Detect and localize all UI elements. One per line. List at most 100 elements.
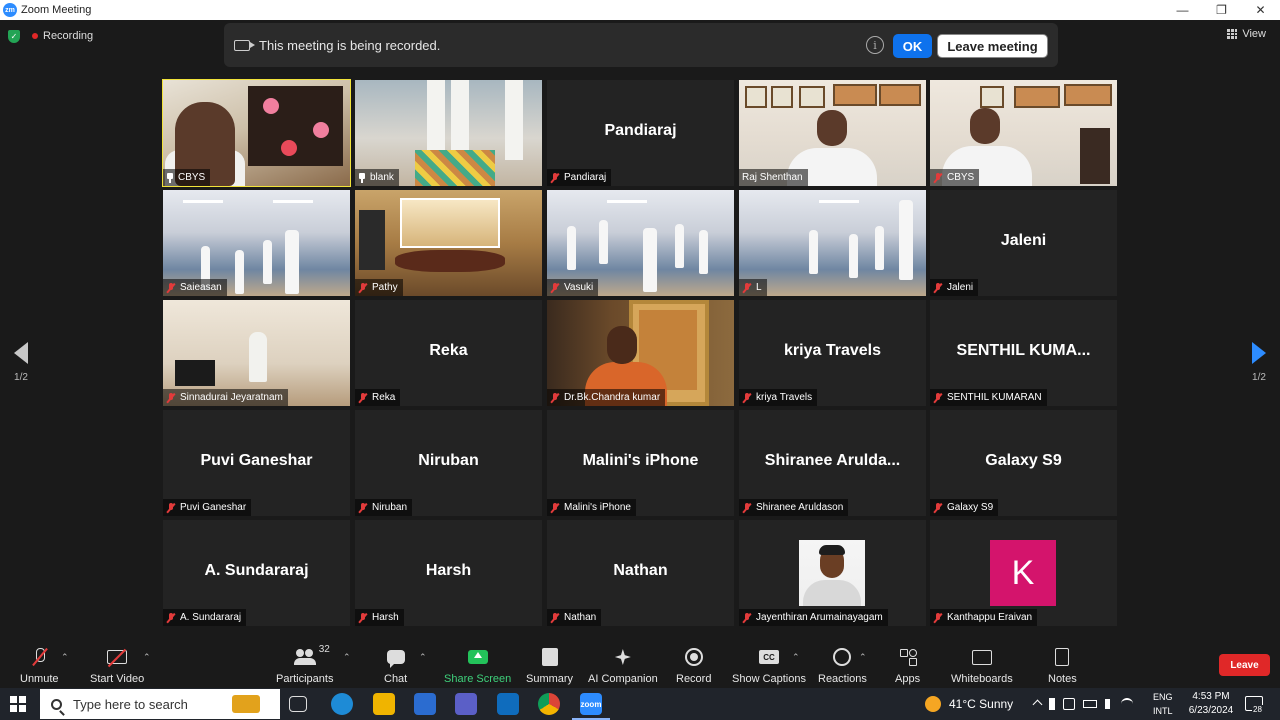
leave-meeting-button[interactable]: Leave meeting [937, 34, 1048, 58]
audio-options-caret[interactable]: ⌃ [61, 646, 69, 673]
pin-icon [358, 172, 366, 183]
security-shield-icon[interactable]: ✓ [8, 29, 20, 43]
participant-name: Kanthappu Eraivan [947, 612, 1033, 623]
participants-count: 32 [318, 644, 330, 655]
participant-name: Sinnadurai Jeyaratnam [180, 392, 283, 403]
participant-name: Saieasan [180, 282, 222, 293]
participant-tile[interactable]: Malini's iPhone Malini's iPhone [547, 410, 734, 516]
wifi-icon[interactable] [1121, 698, 1133, 710]
start-video-button[interactable]: Start Video [90, 646, 144, 685]
captions-options-caret[interactable]: ⌃ [792, 646, 800, 673]
participant-tile[interactable]: K Kanthappu Eraivan [930, 520, 1117, 626]
participant-name: blank [370, 172, 394, 183]
chat-button[interactable]: Chat [384, 646, 407, 685]
video-options-caret[interactable]: ⌃ [143, 646, 151, 673]
participant-tile[interactable]: Jayenthiran Arumainayagam [739, 520, 926, 626]
participant-tile[interactable]: SENTHIL KUMA... SENTHIL KUMARAN [930, 300, 1117, 406]
close-button[interactable]: ✕ [1241, 0, 1280, 20]
participant-video [739, 190, 926, 296]
maximize-button[interactable]: ❐ [1202, 0, 1241, 20]
meet-now-icon[interactable] [1063, 698, 1075, 710]
participant-name: kriya Travels [756, 392, 813, 403]
participant-tile[interactable]: Harsh Harsh [355, 520, 542, 626]
notes-icon [1055, 648, 1070, 666]
participant-name: Shiranee Aruldason [756, 502, 844, 513]
microphone-muted-icon [933, 612, 943, 623]
notifications-count: 28 [1252, 705, 1263, 714]
unmute-button[interactable]: Unmute [20, 646, 59, 685]
window-title: Zoom Meeting [21, 4, 92, 16]
volume-icon[interactable] [1105, 699, 1113, 709]
participant-tile[interactable]: Puvi Ganeshar Puvi Ganeshar [163, 410, 350, 516]
weather-widget[interactable]: 41°C Sunny [925, 688, 1013, 720]
leave-button[interactable]: Leave [1219, 654, 1270, 676]
ok-button[interactable]: OK [893, 34, 932, 58]
whiteboards-button[interactable]: Whiteboards [951, 646, 1013, 685]
ai-companion-button[interactable]: AI Companion [588, 646, 658, 685]
participant-tile[interactable]: Vasuki [547, 190, 734, 296]
notes-button[interactable]: Notes [1048, 646, 1077, 685]
recording-indicator[interactable]: Recording [32, 30, 93, 42]
participant-tile[interactable]: Shiranee Arulda... Shiranee Aruldason [739, 410, 926, 516]
reactions-options-caret[interactable]: ⌃ [859, 646, 867, 673]
chevron-up-icon[interactable] [1032, 699, 1043, 709]
participant-tile[interactable]: Dr.Bk.Chandra kumar [547, 300, 734, 406]
participant-tile[interactable]: blank [355, 80, 542, 186]
microsoft-store-icon[interactable] [414, 693, 436, 715]
participant-name-tag: Pathy [355, 279, 403, 296]
participant-name-tag: Saieasan [163, 279, 227, 296]
participant-name: Malini's iPhone [564, 502, 631, 513]
participant-tile[interactable]: CBYS [930, 80, 1117, 186]
file-explorer-icon[interactable] [373, 693, 395, 715]
participant-tile[interactable]: Galaxy S9 Galaxy S9 [930, 410, 1117, 516]
taskbar-search[interactable]: Type here to search [40, 689, 280, 719]
summary-button[interactable]: Summary [526, 646, 573, 685]
participant-name-tag: Jaleni [930, 279, 979, 296]
participant-tile[interactable]: Pathy [355, 190, 542, 296]
windows-start-icon[interactable] [10, 696, 26, 712]
input-language[interactable]: ENG INTL [1153, 690, 1173, 718]
apps-button[interactable]: Apps [895, 646, 920, 685]
usb-icon[interactable] [1049, 698, 1055, 710]
participant-tile[interactable]: Raj Shenthan [739, 80, 926, 186]
show-captions-label: Show Captions [732, 673, 806, 685]
zoom-taskbar-icon[interactable]: zoom [572, 693, 610, 720]
participant-name: L [756, 282, 762, 293]
participant-tile[interactable]: A. Sundararaj A. Sundararaj [163, 520, 350, 626]
minimize-button[interactable]: — [1163, 0, 1202, 20]
participant-tile[interactable]: Sinnadurai Jeyaratnam [163, 300, 350, 406]
participant-tile[interactable]: L [739, 190, 926, 296]
chat-options-caret[interactable]: ⌃ [419, 646, 427, 673]
participants-button[interactable]: 32 Participants [276, 644, 333, 685]
participant-name-tag: CBYS [163, 169, 211, 186]
chrome-icon[interactable] [538, 693, 560, 715]
view-button[interactable]: View [1227, 28, 1266, 40]
battery-icon[interactable] [1083, 700, 1097, 708]
participant-tile[interactable]: Saieasan [163, 190, 350, 296]
info-icon[interactable]: i [866, 36, 884, 54]
participant-tile[interactable]: Reka Reka [355, 300, 542, 406]
participants-options-caret[interactable]: ⌃ [343, 646, 351, 673]
profile-photo [799, 540, 865, 606]
participant-name-tag: blank [355, 169, 399, 186]
taskbar-clock[interactable]: 4:53 PM 6/23/2024 [1186, 690, 1236, 718]
participant-tile[interactable]: CBYS [162, 79, 351, 187]
weather-text: 41°C Sunny [949, 697, 1014, 711]
next-page-button[interactable]: 1/2 [1252, 342, 1266, 383]
microphone-muted-icon [358, 392, 368, 403]
previous-page-button[interactable]: 1/2 [14, 342, 28, 383]
participant-tile[interactable]: Nathan Nathan [547, 520, 734, 626]
video-off-icon [107, 650, 128, 664]
share-screen-button[interactable]: Share Screen [444, 646, 511, 685]
participant-tile[interactable]: Pandiaraj Pandiaraj [547, 80, 734, 186]
participant-tile[interactable]: Niruban Niruban [355, 410, 542, 516]
start-video-label: Start Video [90, 673, 145, 685]
search-icon [51, 698, 62, 710]
participant-tile[interactable]: Jaleni Jaleni [930, 190, 1117, 296]
task-view-icon[interactable] [289, 696, 307, 712]
record-button[interactable]: Record [676, 646, 711, 685]
participant-tile[interactable]: kriya Travels kriya Travels [739, 300, 926, 406]
outlook-icon[interactable] [497, 693, 519, 715]
teams-icon[interactable] [455, 693, 477, 715]
edge-browser-icon[interactable] [331, 693, 353, 715]
